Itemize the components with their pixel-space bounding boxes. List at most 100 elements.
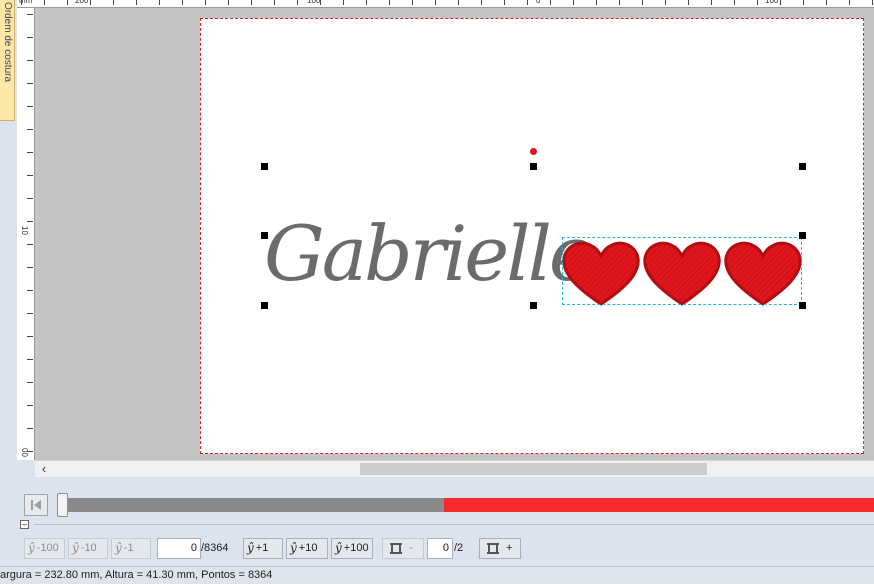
needle-icon: ŷ xyxy=(335,541,342,555)
hoop-total-label: /2 xyxy=(454,542,464,554)
ruler-tick xyxy=(642,0,643,5)
resize-handle-bottom[interactable] xyxy=(530,302,537,309)
ruler-tick xyxy=(27,14,33,15)
design-dimensions-text: argura = 232.80 mm, Altura = 41.30 mm, P… xyxy=(0,569,273,581)
ruler-tick xyxy=(550,0,551,5)
button-label: +1 xyxy=(255,542,269,554)
button-label: - xyxy=(409,542,413,554)
ruler-tick xyxy=(711,0,712,5)
ruler-tick xyxy=(27,60,33,61)
ruler-tick xyxy=(67,0,68,5)
progress-slider-handle[interactable] xyxy=(57,493,68,517)
scrollbar-thumb[interactable] xyxy=(360,463,707,475)
ruler-tick xyxy=(182,0,183,5)
rotation-handle[interactable] xyxy=(530,148,537,155)
collapse-icon[interactable]: – xyxy=(20,520,29,529)
ruler-tick xyxy=(27,290,33,291)
hearts-selection-box xyxy=(562,237,802,305)
resize-handle-left[interactable] xyxy=(261,232,268,239)
ruler-tick xyxy=(366,0,367,5)
button-label: +100 xyxy=(343,542,369,554)
ruler-tick xyxy=(27,129,33,130)
hoop-icon xyxy=(390,543,402,554)
ruler-tick xyxy=(27,106,33,107)
ruler-label: 0 xyxy=(536,0,541,5)
button-label: +10 xyxy=(298,542,318,554)
resize-handle-bottom-right[interactable] xyxy=(799,302,806,309)
stitch-back-10-button[interactable]: ŷ -10 xyxy=(68,538,108,559)
button-label: -1 xyxy=(123,542,134,554)
stitch-order-tab-label: Ordem de costura xyxy=(2,2,13,83)
ruler-tick xyxy=(205,0,206,5)
design-text-gabrielle[interactable]: Gabrielle xyxy=(264,204,594,314)
ruler-tick xyxy=(27,313,33,314)
ruler-tick xyxy=(228,0,229,5)
resize-handle-top-right[interactable] xyxy=(799,163,806,170)
ruler-label: 100 xyxy=(765,0,779,5)
ruler-tick xyxy=(251,0,252,5)
button-label: -100 xyxy=(36,542,59,554)
needle-icon: ŷ xyxy=(290,541,297,555)
stitch-forward-100-button[interactable]: ŷ +100 xyxy=(331,538,373,559)
ruler-tick xyxy=(596,0,597,5)
ruler-tick xyxy=(573,0,574,5)
ruler-tick xyxy=(27,175,33,176)
ruler-tick xyxy=(780,0,781,5)
resize-handle-top-left[interactable] xyxy=(261,163,268,170)
stitch-progress-bar[interactable] xyxy=(62,498,874,512)
top-ruler: mm 200 100 0 100 xyxy=(17,0,874,8)
go-to-start-button[interactable] xyxy=(24,494,48,516)
ruler-tick xyxy=(27,198,33,199)
ruler-tick xyxy=(849,0,850,5)
ruler-tick xyxy=(27,405,33,406)
panel-divider xyxy=(34,524,874,525)
hoop-number-input[interactable]: 0 xyxy=(427,538,453,559)
ruler-tick xyxy=(872,0,873,5)
ruler-tick xyxy=(27,37,33,38)
ruler-tick xyxy=(527,0,528,5)
ruler-tick xyxy=(27,221,33,222)
stitch-order-tab[interactable]: Ordem de costura xyxy=(0,0,15,121)
ruler-tick xyxy=(27,428,33,429)
stitch-forward-10-button[interactable]: ŷ +10 xyxy=(286,538,328,559)
ruler-tick xyxy=(27,152,33,153)
ruler-tick xyxy=(665,0,666,5)
resize-handle-bottom-left[interactable] xyxy=(261,302,268,309)
ruler-tick xyxy=(688,0,689,5)
status-bar: argura = 232.80 mm, Altura = 41.30 mm, P… xyxy=(0,566,874,584)
needle-icon: ŷ xyxy=(28,541,35,555)
ruler-tick xyxy=(27,451,33,452)
ruler-tick xyxy=(504,0,505,5)
stitch-back-100-button[interactable]: ŷ -100 xyxy=(24,538,65,559)
next-hoop-button[interactable]: + xyxy=(479,538,521,559)
resize-handle-right[interactable] xyxy=(799,232,806,239)
resize-handle-top[interactable] xyxy=(530,163,537,170)
skip-to-start-icon xyxy=(31,500,41,510)
stitch-number-input[interactable]: 0 xyxy=(157,538,201,559)
stitch-back-1-button[interactable]: ŷ -1 xyxy=(111,538,151,559)
needle-icon: ŷ xyxy=(115,541,122,555)
ruler-tick xyxy=(343,0,344,5)
button-label: + xyxy=(506,542,513,554)
stitch-total-label: /8364 xyxy=(201,542,229,554)
ruler-tick xyxy=(734,0,735,5)
hoop-icon xyxy=(487,543,499,554)
ruler-tick xyxy=(274,0,275,5)
ruler-tick xyxy=(27,336,33,337)
ruler-tick xyxy=(458,0,459,5)
ruler-tick xyxy=(619,0,620,5)
progress-sewn xyxy=(62,498,444,512)
ruler-tick xyxy=(44,0,45,5)
needle-icon: ŷ xyxy=(72,541,79,555)
needle-icon: ŷ xyxy=(247,541,254,555)
ruler-tick xyxy=(90,0,91,5)
previous-hoop-button[interactable]: - xyxy=(382,538,424,559)
horizontal-scrollbar[interactable]: ‹ xyxy=(35,460,874,477)
scroll-left-icon[interactable]: ‹ xyxy=(37,461,51,477)
ruler-tick xyxy=(27,244,33,245)
ruler-tick xyxy=(412,0,413,5)
ruler-tick xyxy=(389,0,390,5)
ruler-tick xyxy=(320,0,321,5)
stitch-forward-1-button[interactable]: ŷ +1 xyxy=(243,538,283,559)
button-label: -10 xyxy=(80,542,97,554)
